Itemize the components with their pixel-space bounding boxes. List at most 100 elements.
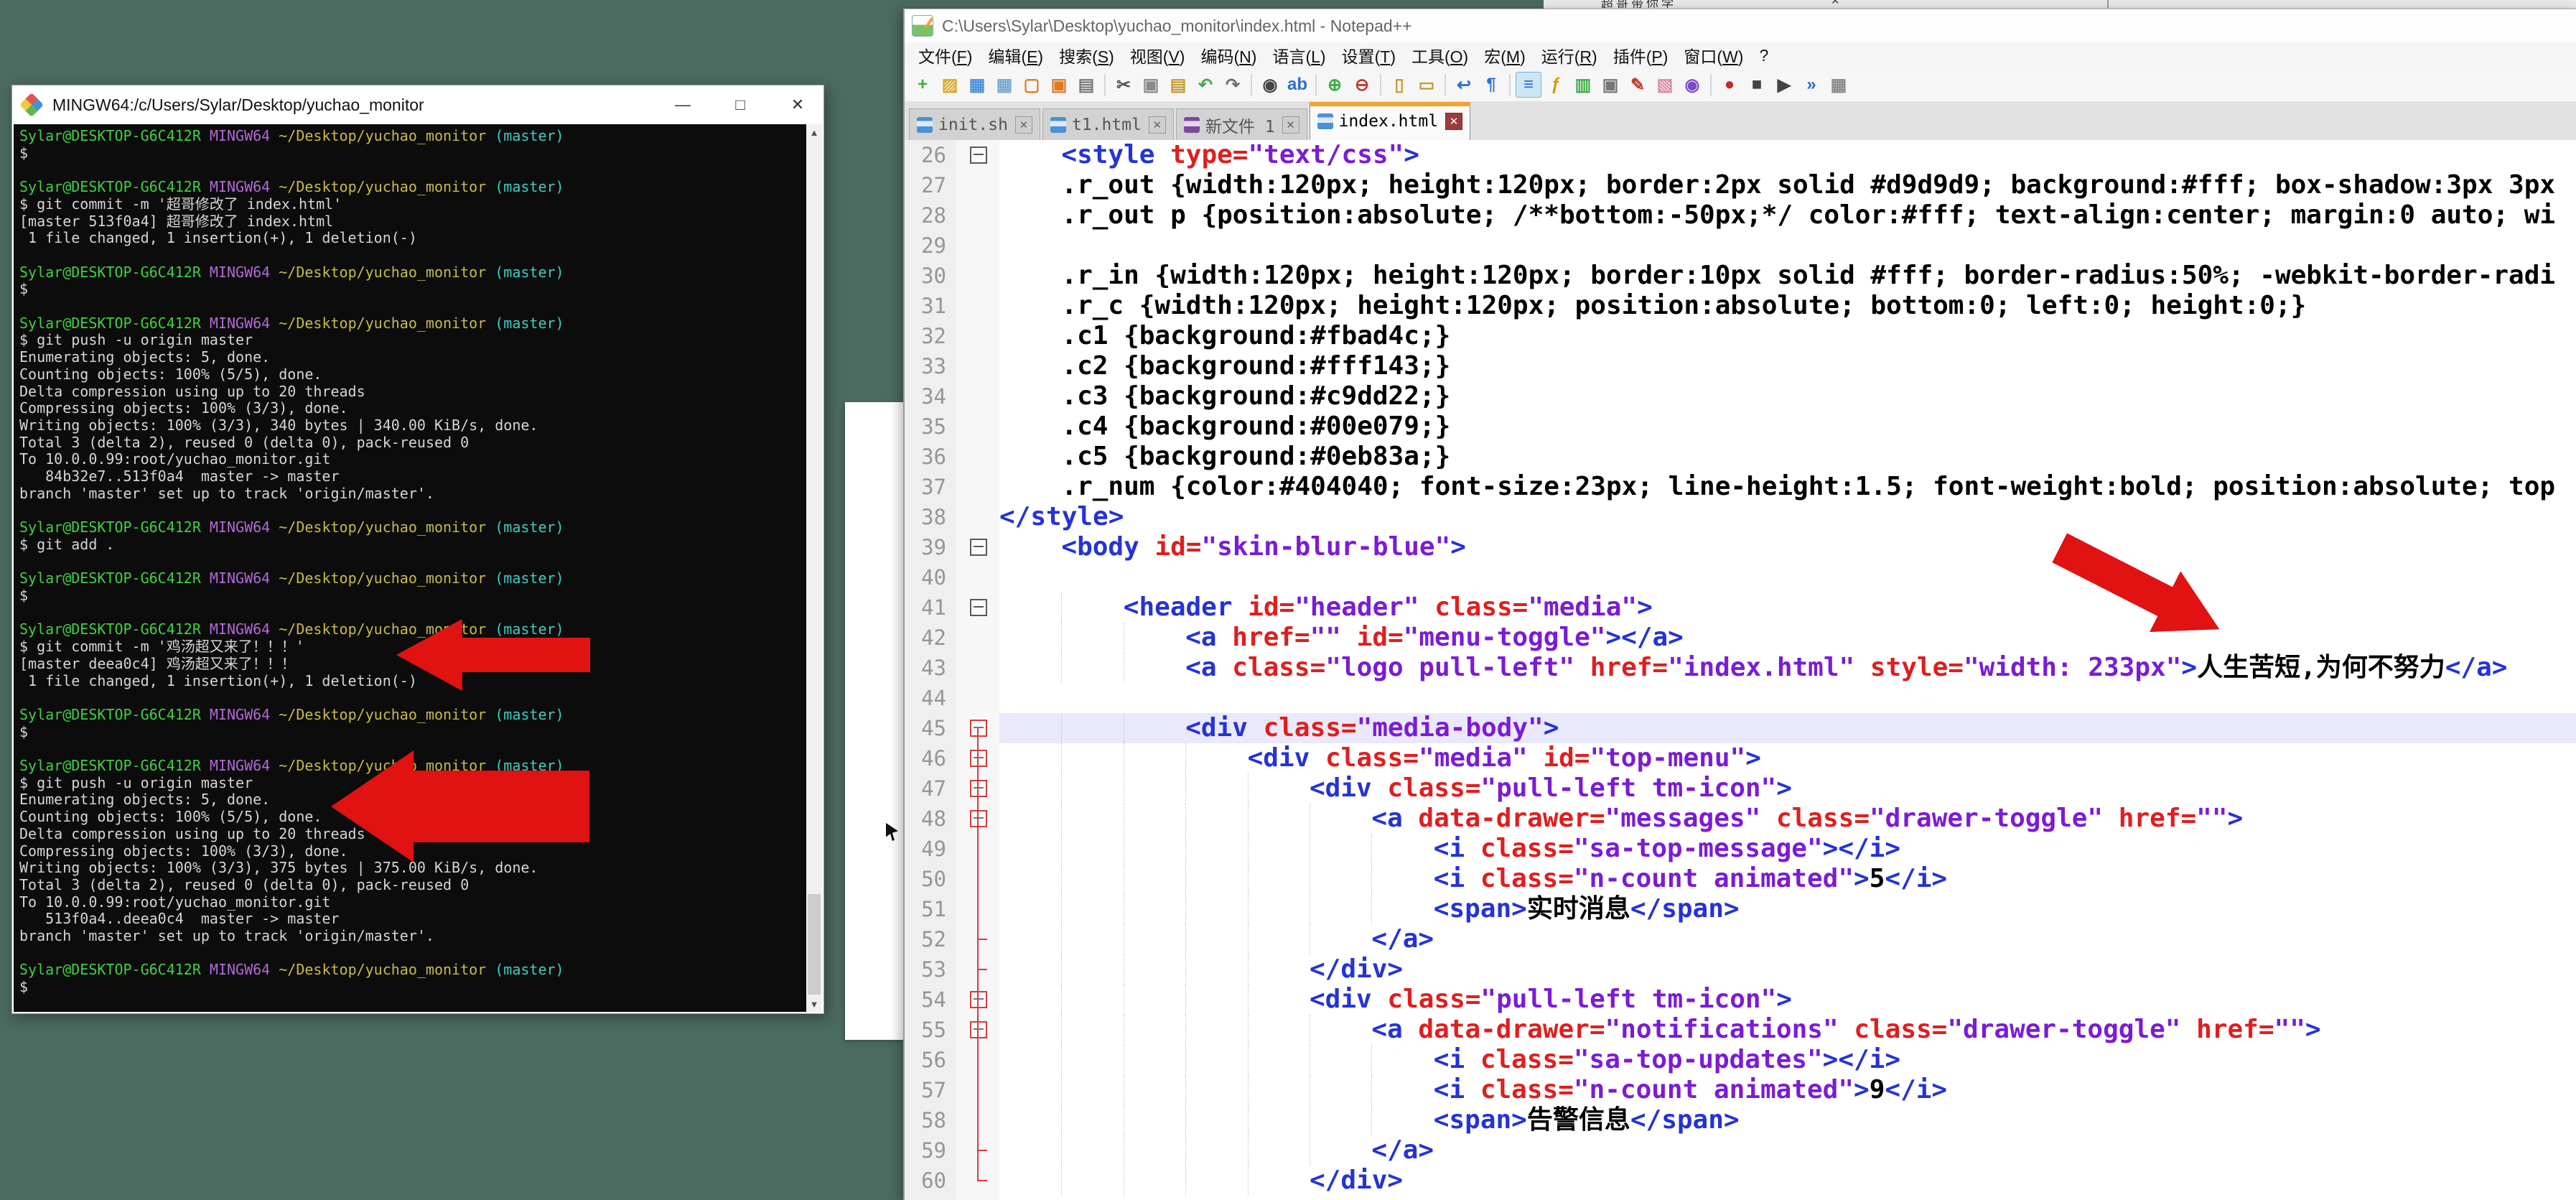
fold-collapse-icon[interactable] xyxy=(970,539,987,556)
document-switcher-icon[interactable]: ▣ xyxy=(1597,72,1623,98)
fold-margin xyxy=(956,532,999,562)
save-all-icon[interactable]: ▦ xyxy=(991,72,1017,98)
close-icon[interactable]: ▢ xyxy=(1019,72,1045,98)
sync-horizontal-icon[interactable]: ▭ xyxy=(1414,72,1439,98)
line-number: 44 xyxy=(905,683,956,713)
menu-item-N[interactable]: 编码(N) xyxy=(1193,43,1264,68)
macro-play-icon[interactable]: ▶ xyxy=(1771,72,1797,98)
line-number: 29 xyxy=(905,231,956,261)
code-segment xyxy=(2103,804,2119,833)
code-editor[interactable]: 26<style type="text/css">27.r_out {width… xyxy=(905,140,2576,1200)
tab-index.html[interactable]: index.html✕ xyxy=(1310,102,1470,140)
word-wrap-icon[interactable]: ↩ xyxy=(1451,72,1477,98)
tab-t1.html[interactable]: t1.html✕ xyxy=(1042,108,1174,140)
tab-新文件 1[interactable]: 新文件 1✕ xyxy=(1176,108,1307,140)
code-segment: id= xyxy=(1357,623,1404,652)
scroll-down-icon[interactable]: ▼ xyxy=(806,996,822,1012)
undo-icon[interactable]: ↶ xyxy=(1193,72,1218,98)
zoom-in-icon[interactable]: ⊕ xyxy=(1322,72,1348,98)
prompt-segment: ~/Desktop/yuchao_monitor xyxy=(279,961,495,978)
tab-close-icon[interactable]: ✕ xyxy=(1015,116,1032,134)
function-list-icon[interactable]: ƒ xyxy=(1543,72,1569,98)
menu-item-O[interactable]: 工具(O) xyxy=(1404,43,1476,68)
macro-record-icon[interactable]: ● xyxy=(1717,72,1742,98)
show-all-characters-icon[interactable]: ¶ xyxy=(1478,72,1504,98)
replace-icon[interactable]: ab xyxy=(1284,72,1310,98)
fold-collapse-icon[interactable] xyxy=(970,599,987,616)
terminal-maximize-button[interactable]: □ xyxy=(724,90,756,119)
fold-margin xyxy=(956,261,999,291)
fold-collapse-icon[interactable] xyxy=(970,991,987,1008)
fold-collapse-icon[interactable] xyxy=(970,780,987,797)
indent-guide xyxy=(1061,985,1062,1015)
tab-close-icon[interactable]: ✕ xyxy=(1282,116,1299,134)
indent-guide xyxy=(1185,804,1186,834)
tab-close-icon[interactable]: ✕ xyxy=(1149,116,1166,134)
terminal-scrollbar[interactable]: ▲ ▼ xyxy=(806,124,822,1012)
code-segment: .c2 {background:#fff143;} xyxy=(1061,351,1450,381)
print-icon[interactable]: ▤ xyxy=(1073,72,1099,98)
code-segment: ></i> xyxy=(1823,1045,1900,1074)
prompt-segment: Sylar@DESKTOP-G6C412R xyxy=(19,961,210,978)
menu-item-E[interactable]: 编辑(E) xyxy=(980,43,1051,68)
open-file-icon[interactable]: ▨ xyxy=(937,72,963,98)
menu-item-M[interactable]: 宏(M) xyxy=(1476,43,1534,68)
menu-item-P[interactable]: 插件(P) xyxy=(1605,43,1676,68)
folder-workspace-icon[interactable]: ▧ xyxy=(1652,72,1678,98)
prompt-segment: Sylar@DESKTOP-G6C412R xyxy=(19,706,210,723)
notepadpp-title-bar[interactable]: C:\Users\Sylar\Desktop\yuchao_monitor\in… xyxy=(905,9,2576,43)
document-map-icon[interactable]: ▥ xyxy=(1570,72,1596,98)
background-tab-close-icon: ✕ xyxy=(1831,0,1840,7)
indent-guide-icon[interactable]: ≡ xyxy=(1516,72,1541,98)
code-text: <a data-drawer="messages" class="drawer-… xyxy=(999,804,2576,834)
line-number: 41 xyxy=(905,592,956,623)
indent-guide xyxy=(1248,954,1249,985)
indent-guide xyxy=(1185,1075,1186,1105)
close-all-icon[interactable]: ▣ xyxy=(1046,72,1072,98)
menu-item-V[interactable]: 视图(V) xyxy=(1122,43,1193,68)
code-segment: "drawer-toggle" xyxy=(1870,804,2103,833)
scroll-up-icon[interactable]: ▲ xyxy=(806,124,822,140)
tab-init.sh[interactable]: init.sh✕ xyxy=(909,108,1040,140)
view-eye-icon[interactable]: ◉ xyxy=(1679,72,1705,98)
fold-collapse-icon[interactable] xyxy=(970,1021,987,1038)
fold-collapse-icon[interactable] xyxy=(970,810,987,827)
terminal-line: Total 3 (delta 2), reused 0 (delta 0), p… xyxy=(19,877,806,894)
macro-stop-icon[interactable]: ■ xyxy=(1744,72,1770,98)
terminal-close-button[interactable]: ✕ xyxy=(782,90,813,119)
cut-icon[interactable]: ✂ xyxy=(1111,72,1137,98)
code-text xyxy=(999,562,2576,592)
code-line: 52</a> xyxy=(905,924,2576,954)
menu-item-?[interactable]: ? xyxy=(1751,46,1776,65)
code-segment: "messages" xyxy=(1605,804,1761,833)
zoom-out-icon[interactable]: ⊖ xyxy=(1349,72,1375,98)
redo-icon[interactable]: ↷ xyxy=(1220,72,1246,98)
fold-collapse-icon[interactable] xyxy=(970,146,987,164)
menu-item-T[interactable]: 设置(T) xyxy=(1334,43,1404,68)
terminal-scrollbar-thumb[interactable] xyxy=(808,894,821,995)
menu-item-R[interactable]: 运行(R) xyxy=(1534,43,1605,68)
sync-vertical-icon[interactable]: ▯ xyxy=(1386,72,1412,98)
menu-item-F[interactable]: 文件(F) xyxy=(910,43,980,68)
code-segment: class= xyxy=(1480,1045,1574,1074)
new-file-icon[interactable]: + xyxy=(910,72,935,98)
macro-save-icon[interactable]: ▦ xyxy=(1826,72,1852,98)
code-segment: "n-count animated" xyxy=(1574,864,1854,893)
edit-marker-icon[interactable]: ✎ xyxy=(1625,72,1651,98)
menu-item-W[interactable]: 窗口(W) xyxy=(1676,43,1751,68)
copy-icon[interactable]: ▣ xyxy=(1138,72,1164,98)
fold-end-tick xyxy=(977,1150,987,1151)
fold-collapse-icon[interactable] xyxy=(970,720,987,737)
indent-guide xyxy=(1185,1045,1186,1075)
macro-run-multiple-icon[interactable]: » xyxy=(1798,72,1824,98)
terminal-minimize-button[interactable]: — xyxy=(667,90,699,119)
fold-collapse-icon[interactable] xyxy=(970,750,987,767)
paste-icon[interactable]: ▤ xyxy=(1165,72,1191,98)
menu-item-L[interactable]: 语言(L) xyxy=(1264,43,1333,68)
save-icon[interactable]: ▦ xyxy=(964,72,990,98)
tab-close-icon[interactable]: ✕ xyxy=(1445,113,1462,130)
menu-item-S[interactable]: 搜索(S) xyxy=(1051,43,1122,68)
code-segment: data-drawer= xyxy=(1418,804,1605,833)
line-number: 51 xyxy=(905,894,956,924)
find-icon[interactable]: ◉ xyxy=(1257,72,1283,98)
